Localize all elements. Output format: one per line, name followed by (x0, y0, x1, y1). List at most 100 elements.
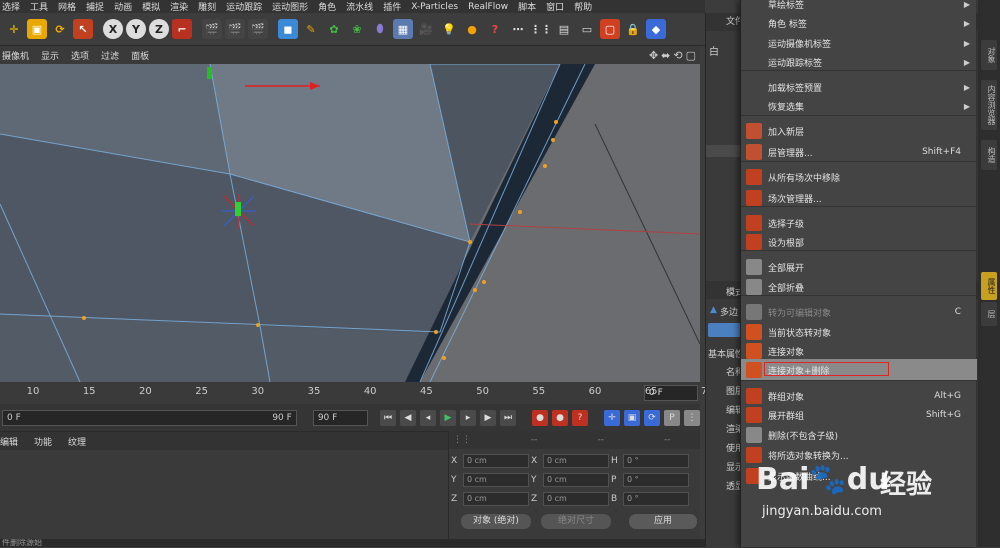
start-frame-field[interactable]: 0 F 90 F (2, 409, 297, 426)
maximize-view-icon[interactable]: ▢ (686, 49, 696, 62)
position-key-icon[interactable]: ✛ (604, 409, 620, 426)
array-icon[interactable]: ❀ (347, 19, 367, 39)
python-icon[interactable]: ◆ (646, 19, 666, 39)
cube-primitive-icon[interactable]: ◼ (278, 19, 298, 39)
menu-item[interactable]: 运动跟踪 (226, 0, 262, 13)
vertical-tab[interactable]: 层 (981, 302, 997, 326)
context-menu-item[interactable]: 从所有场次中移除 (741, 166, 977, 188)
viewport-menu-item[interactable]: 选项 (71, 49, 89, 62)
menu-item[interactable]: 模拟 (142, 0, 160, 13)
coordinate-system-icon[interactable]: ⌐ (172, 19, 192, 39)
coordinate-field[interactable]: 0 cm (543, 473, 609, 487)
rotation-key-icon[interactable]: ⟳ (644, 409, 660, 426)
xpresso-icon[interactable]: ⋯ (508, 19, 528, 39)
auto-key-icon[interactable]: ● (552, 409, 568, 426)
next-key-icon[interactable]: ▶ (480, 409, 496, 426)
context-menu-item[interactable]: 展开群组 Shift+G (741, 404, 977, 426)
vertical-tab[interactable]: 构造 (981, 140, 997, 170)
go-to-end-icon[interactable]: ⏭ (500, 409, 516, 426)
menu-item[interactable]: 网格 (58, 0, 76, 13)
viewport-menu-item[interactable]: 摄像机 (2, 49, 29, 62)
menu-item[interactable]: 动画 (114, 0, 132, 13)
size-mode-select[interactable]: 绝对尺寸 (541, 514, 611, 529)
y-axis-lock-button[interactable]: Y (126, 19, 146, 39)
coordinate-field[interactable]: 0 ° (623, 454, 689, 468)
zoom-view-icon[interactable]: ⬌ (661, 49, 670, 62)
context-menu-item[interactable]: 层管理器... Shift+F4 (741, 141, 977, 163)
deformer-icon[interactable]: ⬮ (370, 19, 390, 39)
menu-item[interactable]: 工具 (30, 0, 48, 13)
coordinate-mode-select[interactable]: 对象 (绝对) (461, 514, 531, 529)
point-level-key-icon[interactable]: ⋮ (684, 409, 700, 426)
material-menu-item[interactable]: 纹理 (68, 435, 86, 448)
menu-item[interactable]: 窗口 (546, 0, 564, 13)
3d-viewport[interactable] (0, 64, 700, 382)
coordinate-field[interactable]: 0 ° (623, 473, 689, 487)
menu-item[interactable]: 渲染 (170, 0, 188, 13)
param-key-icon[interactable]: P (664, 409, 680, 426)
coordinate-field[interactable]: 0 cm (543, 454, 609, 468)
x-axis-lock-button[interactable]: X (103, 19, 123, 39)
light-icon[interactable]: 💡 (439, 19, 459, 39)
menu-item[interactable]: 选择 (2, 0, 20, 13)
spline-pen-icon[interactable]: ✎ (301, 19, 321, 39)
move-view-icon[interactable]: ✥ (649, 49, 658, 62)
help-question-icon[interactable]: ? (485, 19, 505, 39)
material-menu-item[interactable]: 功能 (34, 435, 52, 448)
keyframe-selection-icon[interactable]: ? (572, 409, 588, 426)
menu-item[interactable]: 运动图形 (272, 0, 308, 13)
viewport-menu-item[interactable]: 过滤 (101, 49, 119, 62)
vertical-tab[interactable]: 内容浏览器 (981, 80, 997, 130)
context-menu-item[interactable]: 角色 标签 ▶ (741, 12, 977, 34)
coordinate-field[interactable]: 0 cm (463, 492, 529, 506)
basic-tab[interactable] (708, 323, 741, 337)
menu-item[interactable]: X-Particles (411, 2, 458, 12)
vertical-tab[interactable]: 属性 (981, 272, 997, 300)
go-to-start-icon[interactable]: ⏮ (380, 409, 396, 426)
menu-item[interactable]: 帮助 (574, 0, 592, 13)
scale-key-icon[interactable]: ▣ (624, 409, 640, 426)
subdivision-surface-icon[interactable]: ✿ (324, 19, 344, 39)
material-menu-item[interactable]: 编辑 (0, 435, 18, 448)
grid-snap-icon[interactable]: ⋮⋮ (530, 19, 552, 39)
render-picture-viewer-icon[interactable]: 🎬 (225, 19, 245, 39)
context-menu-item[interactable]: 加入新层 (741, 120, 977, 142)
next-frame-icon[interactable]: ▸ (460, 409, 476, 426)
coordinate-field[interactable]: 0 ° (623, 492, 689, 506)
prev-frame-icon[interactable]: ◂ (420, 409, 436, 426)
viewport-menu-item[interactable]: 面板 (131, 49, 149, 62)
coordinate-field[interactable]: 0 cm (543, 492, 609, 506)
vertical-tab[interactable]: 对象 (981, 40, 997, 70)
context-menu-item[interactable]: 恢复选集 ▶ (741, 95, 977, 117)
menu-item[interactable]: 插件 (383, 0, 401, 13)
material-sphere-icon[interactable]: ● (462, 19, 482, 39)
coordinate-field[interactable]: 0 cm (463, 454, 529, 468)
context-menu-item[interactable]: 删除(不包含子级) (741, 424, 977, 446)
floor-icon[interactable]: ▦ (393, 19, 413, 39)
menu-item[interactable]: 流水线 (346, 0, 373, 13)
prev-key-icon[interactable]: ◀ (400, 409, 416, 426)
context-menu-item[interactable]: 转为可编辑对象 C (741, 301, 977, 323)
menu-item[interactable]: 雕刻 (198, 0, 216, 13)
render-settings-icon[interactable]: 🎬 (248, 19, 268, 39)
z-axis-lock-button[interactable]: Z (149, 19, 169, 39)
coordinate-field[interactable]: 0 cm (463, 473, 529, 487)
viewport-menu-item[interactable]: 显示 (41, 49, 59, 62)
menu-item[interactable]: 捕捉 (86, 0, 104, 13)
render-view-icon[interactable]: 🎬 (202, 19, 222, 39)
scene-camera-icon[interactable]: 🎥 (416, 19, 436, 39)
menu-item[interactable]: RealFlow (468, 2, 508, 12)
record-icon[interactable]: ● (532, 409, 548, 426)
render-region-icon[interactable]: ▭ (577, 19, 597, 39)
play-icon[interactable]: ▶ (440, 409, 456, 426)
apply-button[interactable]: 应用 (629, 514, 697, 529)
interactive-render-icon[interactable]: ▢ (600, 19, 620, 39)
workplane-icon[interactable]: ▤ (554, 19, 574, 39)
menu-item[interactable]: 脚本 (518, 0, 536, 13)
total-frames-field[interactable]: 90 F (312, 409, 368, 426)
menu-item[interactable]: 角色 (318, 0, 336, 13)
rotate-view-icon[interactable]: ⟲ (673, 49, 682, 62)
rotate-tool-icon[interactable]: ⟳ (50, 19, 70, 39)
timeline-ruler[interactable]: 0 F 1015202530354045505560657075808590 (0, 382, 939, 404)
lock-icon[interactable]: 🔒 (623, 19, 643, 39)
